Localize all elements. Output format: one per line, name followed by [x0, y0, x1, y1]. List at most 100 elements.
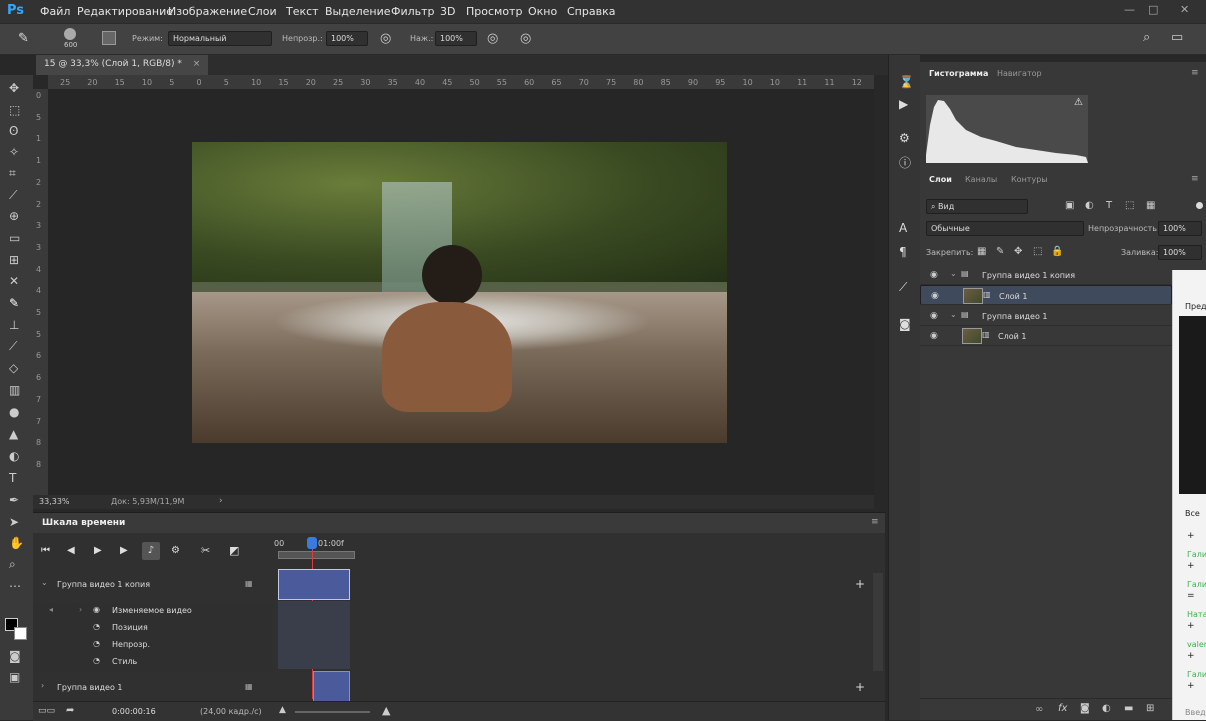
frame-convert-icon[interactable]: ▭▭: [38, 706, 55, 716]
filter-toggle[interactable]: [1196, 202, 1203, 209]
menu-view[interactable]: Просмотр: [466, 5, 522, 18]
zoom-tool-icon[interactable]: ⌕: [9, 557, 16, 572]
tab-layers[interactable]: Слои: [929, 175, 952, 184]
filter-shape-icon[interactable]: ⬚: [1125, 200, 1134, 211]
filter-image-icon[interactable]: ▣: [1065, 200, 1074, 211]
quick-mask-icon[interactable]: ◙: [9, 649, 21, 663]
layer-group-copy[interactable]: ◉ ⌄ ▤ Группа видео 1 копия: [920, 265, 1172, 285]
stamp-tool-icon[interactable]: ⊞: [9, 253, 19, 267]
menu-select[interactable]: Выделение: [325, 5, 391, 18]
visibility-eye-icon[interactable]: ◉: [930, 270, 938, 280]
add-icon[interactable]: +: [1187, 561, 1195, 571]
overlay-footer[interactable]: Введ: [1185, 708, 1206, 717]
add-mask-icon[interactable]: ◙: [1080, 703, 1090, 714]
zoom-slider[interactable]: [295, 711, 370, 713]
visibility-eye-icon[interactable]: ◉: [930, 311, 938, 321]
transition-icon[interactable]: ◩: [229, 544, 239, 557]
expand-chevron-icon[interactable]: ⌄: [950, 310, 957, 319]
search-icon[interactable]: ⌕: [1143, 30, 1150, 45]
filmstrip-icon[interactable]: ▦: [245, 682, 253, 691]
brush-panel-icon[interactable]: [102, 31, 116, 45]
hand-tool-icon[interactable]: ✋: [9, 536, 24, 550]
close-button[interactable]: ✕: [1180, 3, 1189, 16]
next-frame-icon[interactable]: ▶: [120, 545, 128, 556]
more-tools-icon[interactable]: ⋯: [9, 579, 21, 593]
track-row-group[interactable]: › Группа видео 1 ▦: [33, 680, 273, 697]
lasso-tool-icon[interactable]: ʘ: [9, 124, 18, 138]
tab-navigator[interactable]: Навигатор: [997, 69, 1042, 78]
video-clip[interactable]: [313, 671, 350, 702]
lock-all-icon[interactable]: 🔒: [1051, 246, 1063, 257]
previous-frame-icon[interactable]: ◀: [67, 545, 75, 556]
dodge-tool-icon[interactable]: ◐: [9, 449, 19, 463]
document-image[interactable]: [192, 142, 727, 443]
lock-artboard-icon[interactable]: ⬚: [1033, 246, 1042, 257]
visibility-eye-icon[interactable]: ◉: [930, 331, 938, 341]
new-group-icon[interactable]: ▬: [1124, 703, 1133, 714]
add-icon[interactable]: +: [1187, 651, 1195, 661]
stopwatch-icon[interactable]: ◉: [93, 605, 100, 614]
property-row-position[interactable]: ◔ Позиция: [33, 620, 273, 637]
workspace-icon[interactable]: ▭: [1171, 30, 1183, 45]
content-aware-tool-icon[interactable]: ✕: [9, 274, 19, 288]
blend-mode-select[interactable]: Обычные: [926, 221, 1084, 236]
camera-raw-icon[interactable]: ◙: [899, 317, 911, 331]
menu-3d[interactable]: 3D: [440, 5, 455, 18]
add-icon[interactable]: +: [1187, 621, 1195, 631]
brush-icon[interactable]: ✎: [18, 31, 29, 46]
stopwatch-icon[interactable]: ◔: [93, 622, 100, 631]
new-layer-icon[interactable]: ⊞: [1146, 703, 1154, 714]
layer-filter-select[interactable]: ⌕ Вид: [926, 199, 1028, 214]
crop-tool-icon[interactable]: ⌗: [9, 166, 16, 181]
add-media-icon[interactable]: +: [855, 577, 865, 591]
document-tab[interactable]: 15 @ 33,3% (Слой 1, RGB/8) * ×: [36, 55, 209, 75]
paragraph-icon[interactable]: ¶: [899, 245, 907, 259]
menu-filter[interactable]: Фильтр: [391, 5, 435, 18]
menu-edit[interactable]: Редактирование: [77, 5, 173, 18]
track-row-group-copy[interactable]: ⌄ Группа видео 1 копия ▦: [33, 577, 273, 594]
layer-style-icon[interactable]: fx: [1058, 703, 1067, 714]
property-row-style[interactable]: ◔ Стиль: [33, 654, 273, 671]
collapse-chevron-icon[interactable]: ›: [41, 681, 44, 690]
go-to-first-frame-icon[interactable]: ⏮: [41, 545, 50, 556]
quick-select-tool-icon[interactable]: ✧: [9, 145, 19, 159]
expand-chevron-icon[interactable]: ⌄: [950, 269, 957, 278]
adjustment-layer-icon[interactable]: ◐: [1102, 703, 1111, 714]
visibility-eye-icon[interactable]: ◉: [931, 291, 939, 301]
gradient-tool-icon[interactable]: ▥: [9, 383, 20, 397]
lock-position-icon[interactable]: ✥: [1014, 246, 1022, 257]
background-color-swatch[interactable]: [14, 627, 27, 640]
tab-paths[interactable]: Контуры: [1011, 175, 1048, 184]
tab-channels[interactable]: Каналы: [965, 175, 997, 184]
split-scissors-icon[interactable]: ✂: [201, 544, 210, 557]
layer-opacity-field[interactable]: 100%: [1158, 221, 1202, 236]
warning-icon[interactable]: ⚠: [1074, 97, 1083, 108]
blur-tool-icon[interactable]: ●: [9, 405, 19, 419]
add-icon[interactable]: +: [1187, 531, 1195, 541]
menu-image[interactable]: Изображение: [168, 5, 247, 18]
pen-tool-icon[interactable]: ✒: [9, 493, 19, 507]
current-timecode[interactable]: 0:00:00:16: [112, 707, 156, 716]
menu-help[interactable]: Справка: [567, 5, 615, 18]
overlay-tab-all[interactable]: Все: [1185, 509, 1200, 518]
expand-chevron-icon[interactable]: ⌄: [41, 578, 48, 587]
healing-tool-icon[interactable]: ⊕: [9, 209, 19, 223]
marquee-tool-icon[interactable]: ⬚: [9, 103, 20, 117]
panel-menu-icon[interactable]: ≡: [1191, 68, 1199, 78]
expand-arrow-icon[interactable]: ›: [79, 605, 82, 614]
property-row-transform[interactable]: ◂ › ◉ Изменяемое видео: [33, 603, 273, 620]
add-media-icon[interactable]: +: [855, 680, 865, 694]
overlay-entry[interactable]: Гали: [1187, 550, 1206, 559]
menu-layers[interactable]: Слои: [248, 5, 277, 18]
keyframe-nav-icon[interactable]: ◂: [49, 605, 53, 614]
tab-histogram[interactable]: Гистограмма: [929, 69, 988, 78]
type-tool-icon[interactable]: T: [9, 471, 16, 485]
flow-field[interactable]: 100%: [435, 31, 477, 46]
eyedropper-tool-icon[interactable]: ⟋: [9, 188, 17, 203]
zoom-level[interactable]: 33,33%: [39, 497, 70, 506]
history-brush-tool-icon[interactable]: ⟋: [9, 339, 17, 354]
brush-preset-icon[interactable]: [64, 28, 76, 40]
path-select-tool-icon[interactable]: ➤: [9, 515, 19, 529]
overlay-entry[interactable]: valer: [1187, 640, 1206, 649]
layer-group[interactable]: ◉ ⌄ ▤ Группа видео 1: [920, 306, 1172, 326]
